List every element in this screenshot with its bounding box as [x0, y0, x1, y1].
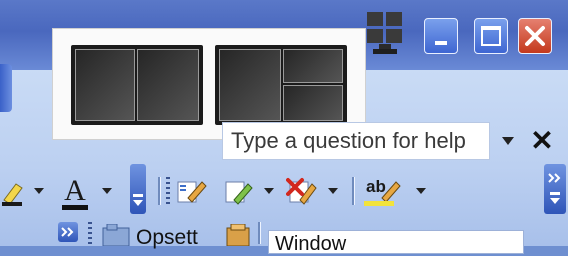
chevron-down-icon: [416, 188, 426, 194]
help-close-button[interactable]: ✕: [528, 124, 556, 158]
format-pen-dropdown[interactable]: [262, 168, 276, 214]
spell-check-button[interactable]: ab: [362, 168, 410, 214]
toolbar-overflow-left[interactable]: [130, 164, 146, 214]
font-color-dropdown[interactable]: [100, 168, 114, 214]
toolbar-grip[interactable]: [166, 177, 170, 205]
font-color-button[interactable]: A: [58, 168, 92, 214]
chevron-down-icon: [133, 194, 143, 206]
layout-option-left-and-right-split[interactable]: [215, 45, 347, 125]
window-select[interactable]: Window: [268, 230, 524, 255]
highlight-pen-icon: [2, 183, 23, 206]
help-dropdown-button[interactable]: [496, 122, 520, 160]
spell-check-icon: ab: [364, 177, 401, 206]
window-select-label: Window: [275, 233, 347, 255]
toolbar-grip[interactable]: [88, 222, 92, 244]
chevron-down-icon: [102, 188, 112, 194]
highlight-pen-button[interactable]: [0, 168, 30, 214]
minimize-button[interactable]: [424, 18, 458, 54]
edit-pen-icon: [177, 181, 207, 203]
spell-check-dropdown[interactable]: [414, 168, 428, 214]
toolbar-separator: [258, 222, 260, 244]
window-arrange-icon[interactable]: [226, 224, 252, 246]
open-button[interactable]: Opsett: [136, 226, 198, 250]
secondary-overflow-button[interactable]: [58, 222, 78, 242]
toolbar-separator: [352, 177, 354, 205]
delete-mark-button[interactable]: [284, 168, 320, 214]
toolbar-separator: [158, 177, 160, 205]
close-icon: [524, 25, 546, 47]
dual-monitor-icon[interactable]: [367, 12, 403, 54]
layout-option-two-column[interactable]: [71, 45, 203, 125]
delete-mark-dropdown[interactable]: [326, 168, 340, 214]
double-chevron-right-icon: [61, 227, 74, 237]
toolbar-overflow-right[interactable]: [544, 164, 566, 214]
chevron-down-icon: [34, 188, 44, 194]
formatting-toolbar: A ab: [0, 168, 568, 214]
left-edge-tab[interactable]: [0, 64, 12, 112]
help-search-input[interactable]: Type a question for help: [222, 122, 490, 160]
chevron-down-icon: [328, 188, 338, 194]
open-folder-icon: [102, 224, 130, 246]
font-color-icon: A: [62, 174, 88, 210]
maximize-button[interactable]: [474, 18, 508, 54]
maximize-icon: [481, 26, 501, 46]
delete-mark-icon: [286, 178, 317, 205]
minimize-icon: [435, 27, 447, 45]
edit-pen-button[interactable]: [174, 168, 210, 214]
double-chevron-right-icon: [548, 173, 561, 204]
highlight-dropdown[interactable]: [32, 168, 46, 214]
chevron-down-icon: [502, 137, 514, 145]
svg-text:ab: ab: [366, 177, 386, 196]
format-pen-icon: [225, 181, 253, 205]
format-pen-button[interactable]: [222, 168, 258, 214]
chevron-down-icon: [264, 188, 274, 194]
close-button[interactable]: [518, 18, 552, 54]
